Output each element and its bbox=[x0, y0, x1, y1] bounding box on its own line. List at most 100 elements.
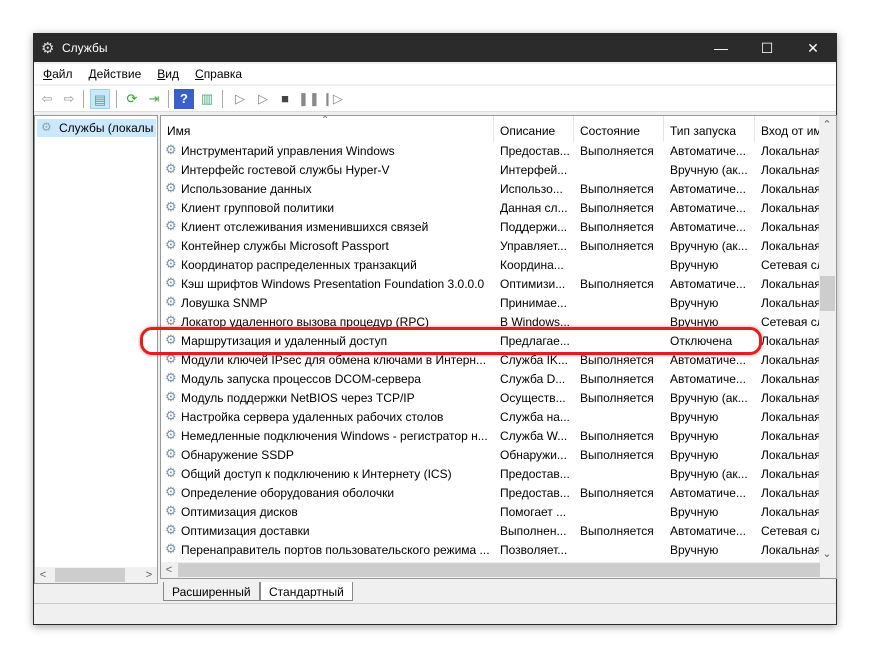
service-name: Оптимизация доставки bbox=[181, 524, 310, 538]
menu-bar: Файл Действие Вид Справка bbox=[34, 64, 836, 84]
window-title: Службы bbox=[62, 41, 108, 55]
close-button[interactable]: ✕ bbox=[790, 34, 836, 62]
service-row[interactable]: ⚙ Интерфейс гостевой службы Hyper-V Интерф… bbox=[161, 161, 821, 180]
column-name[interactable]: Имя bbox=[161, 116, 494, 142]
service-icon: ⚙ bbox=[165, 161, 177, 176]
service-icon: ⚙ bbox=[165, 180, 177, 195]
vertical-scrollbar[interactable]: ⌃ ⌄ bbox=[819, 116, 836, 562]
service-description: Выполнен... bbox=[500, 524, 567, 538]
service-startup-type: Вручную bbox=[670, 410, 719, 424]
service-name: Кэш шрифтов Windows Presentation Foundat… bbox=[181, 277, 485, 291]
service-log-on-as: Локальная bbox=[761, 277, 821, 291]
service-name: Ловушка SNMP bbox=[181, 296, 268, 310]
forward-icon[interactable]: ⇨ bbox=[59, 89, 79, 109]
service-icon: ⚙ bbox=[165, 503, 177, 518]
service-status: Выполняется bbox=[580, 201, 654, 215]
service-startup-type: Вручную bbox=[670, 543, 719, 557]
service-log-on-as: Сетевая сл bbox=[761, 258, 821, 272]
service-startup-type: Автоматиче... bbox=[670, 201, 746, 215]
service-log-on-as: Локальная bbox=[761, 144, 821, 158]
service-row[interactable]: ⚙ Координатор распределенных транзакций Ко… bbox=[161, 256, 821, 275]
service-row[interactable]: ⚙ Модуль поддержки NetBIOS через TCP/IP Ос… bbox=[161, 389, 821, 408]
service-row[interactable]: ⚙ Оптимизация доставки Выполнен... Выполняе… bbox=[161, 522, 821, 541]
service-row[interactable]: ⚙ Ловушка SNMP Принимае... Вручную Локальная bbox=[161, 294, 821, 313]
column-status[interactable]: Состояние bbox=[574, 116, 664, 142]
service-name: Модуль запуска процессов DCOM-сервера bbox=[181, 372, 421, 386]
service-row[interactable]: ⚙ Клиент отслеживания изменившихся связей… bbox=[161, 218, 821, 237]
column-description[interactable]: Описание bbox=[494, 116, 574, 142]
export-icon[interactable]: ⇥ bbox=[144, 89, 164, 109]
service-row[interactable]: ⚙ Немедленные подключения Windows - регис… bbox=[161, 427, 821, 446]
service-log-on-as: Сетевая сл bbox=[761, 315, 821, 329]
back-icon[interactable]: ⇦ bbox=[37, 89, 57, 109]
service-startup-type: Автоматиче... bbox=[670, 486, 746, 500]
service-status: Выполняется bbox=[580, 182, 654, 196]
start-alt-icon[interactable]: ▷ bbox=[253, 89, 273, 109]
service-name: Контейнер службы Microsoft Passport bbox=[181, 239, 389, 253]
service-icon: ⚙ bbox=[165, 541, 177, 556]
service-icon: ⚙ bbox=[165, 142, 177, 157]
service-row[interactable]: ⚙ Общий доступ к подключению к Интернету … bbox=[161, 465, 821, 484]
service-icon: ⚙ bbox=[165, 218, 177, 233]
maximize-button[interactable]: ☐ bbox=[744, 34, 790, 62]
service-name: Координатор распределенных транзакций bbox=[181, 258, 417, 272]
menu-file[interactable]: Файл bbox=[34, 64, 80, 81]
service-status: Выполняется bbox=[580, 486, 654, 500]
start-icon[interactable]: ▷ bbox=[230, 89, 250, 109]
show-hide-tree-icon[interactable]: ▤ bbox=[90, 89, 110, 109]
service-icon: ⚙ bbox=[165, 522, 177, 537]
service-log-on-as: Локальная bbox=[761, 201, 821, 215]
service-status: Выполняется bbox=[580, 524, 654, 538]
menu-action[interactable]: Действие bbox=[80, 64, 149, 81]
service-name: Модули ключей IPsec для обмена ключами в… bbox=[181, 353, 487, 367]
service-row[interactable]: ⚙ Определение оборудования оболочки Предос… bbox=[161, 484, 821, 503]
service-row[interactable]: ⚙ Контейнер службы Microsoft Passport Упра… bbox=[161, 237, 821, 256]
refresh-icon[interactable]: ⟳ bbox=[122, 89, 142, 109]
service-row[interactable]: ⚙ Использование данных Использо... Выполняе… bbox=[161, 180, 821, 199]
tab-extended[interactable]: Расширенный bbox=[163, 582, 260, 601]
tree-item-services-local[interactable]: ⚙ Службы (локалы bbox=[37, 119, 156, 137]
service-name: Немедленные подключения Windows - регист… bbox=[181, 429, 488, 443]
service-status: Выполняется bbox=[580, 144, 654, 158]
service-icon: ⚙ bbox=[165, 446, 177, 461]
service-startup-type: Вручную (ак... bbox=[670, 391, 748, 405]
service-log-on-as: Локальная bbox=[761, 543, 821, 557]
highlight-annotation bbox=[140, 327, 762, 355]
service-startup-type: Вручную bbox=[670, 258, 719, 272]
service-name: Обнаружение SSDP bbox=[181, 448, 294, 462]
service-description: Служба D... bbox=[500, 372, 566, 386]
help-icon[interactable]: ? bbox=[174, 89, 194, 109]
column-log-on-as[interactable]: Вход от им bbox=[755, 116, 821, 142]
service-row[interactable]: ⚙ Оптимизация дисков Помогает ... Вручную Ло… bbox=[161, 503, 821, 522]
service-row[interactable]: ⚙ Кэш шрифтов Windows Presentation Founda… bbox=[161, 275, 821, 294]
menu-help[interactable]: Справка bbox=[186, 64, 249, 81]
service-name: Общий доступ к подключению к Интернету (… bbox=[181, 467, 452, 481]
column-startup-type[interactable]: Тип запуска bbox=[664, 116, 755, 142]
properties-icon[interactable]: ▥ bbox=[197, 89, 217, 109]
service-row[interactable]: ⚙ Перенаправитель портов пользовательског… bbox=[161, 541, 821, 560]
service-log-on-as: Локальная bbox=[761, 467, 821, 481]
service-name: Перенаправитель портов пользовательского… bbox=[181, 543, 490, 557]
service-description: Обнаружи... bbox=[500, 448, 567, 462]
service-description: Помогает ... bbox=[500, 505, 567, 519]
service-row[interactable]: ⚙ Настройка сервера удаленных рабочих сто… bbox=[161, 408, 821, 427]
service-startup-type: Автоматиче... bbox=[670, 353, 746, 367]
list-horizontal-scrollbar[interactable]: < bbox=[161, 562, 836, 578]
service-row[interactable]: ⚙ Инструментарий управления Windows Предос… bbox=[161, 142, 821, 161]
pause-icon[interactable]: ❚❚ bbox=[298, 89, 320, 109]
service-log-on-as: Локальная bbox=[761, 220, 821, 234]
minimize-button[interactable]: — bbox=[698, 34, 744, 62]
service-row[interactable]: ⚙ Клиент групповой политики Данная сл... Вы… bbox=[161, 199, 821, 218]
stop-icon[interactable]: ■ bbox=[275, 89, 295, 109]
menu-view[interactable]: Вид bbox=[148, 64, 186, 81]
restart-icon[interactable]: ❙▷ bbox=[322, 89, 343, 109]
service-row[interactable]: ⚙ Обнаружение SSDP Обнаружи... Выполняется В… bbox=[161, 446, 821, 465]
service-icon: ⚙ bbox=[165, 408, 177, 423]
service-startup-type: Вручную (ак... bbox=[670, 239, 748, 253]
service-log-on-as: Локальная bbox=[761, 391, 821, 405]
service-row[interactable]: ⚙ Модуль запуска процессов DCOM-сервера Сл… bbox=[161, 370, 821, 389]
service-startup-type: Вручную bbox=[670, 505, 719, 519]
service-status: Выполняется bbox=[580, 448, 654, 462]
tab-standard[interactable]: Стандартный bbox=[260, 582, 353, 601]
tree-horizontal-scrollbar[interactable]: < > bbox=[35, 567, 157, 583]
